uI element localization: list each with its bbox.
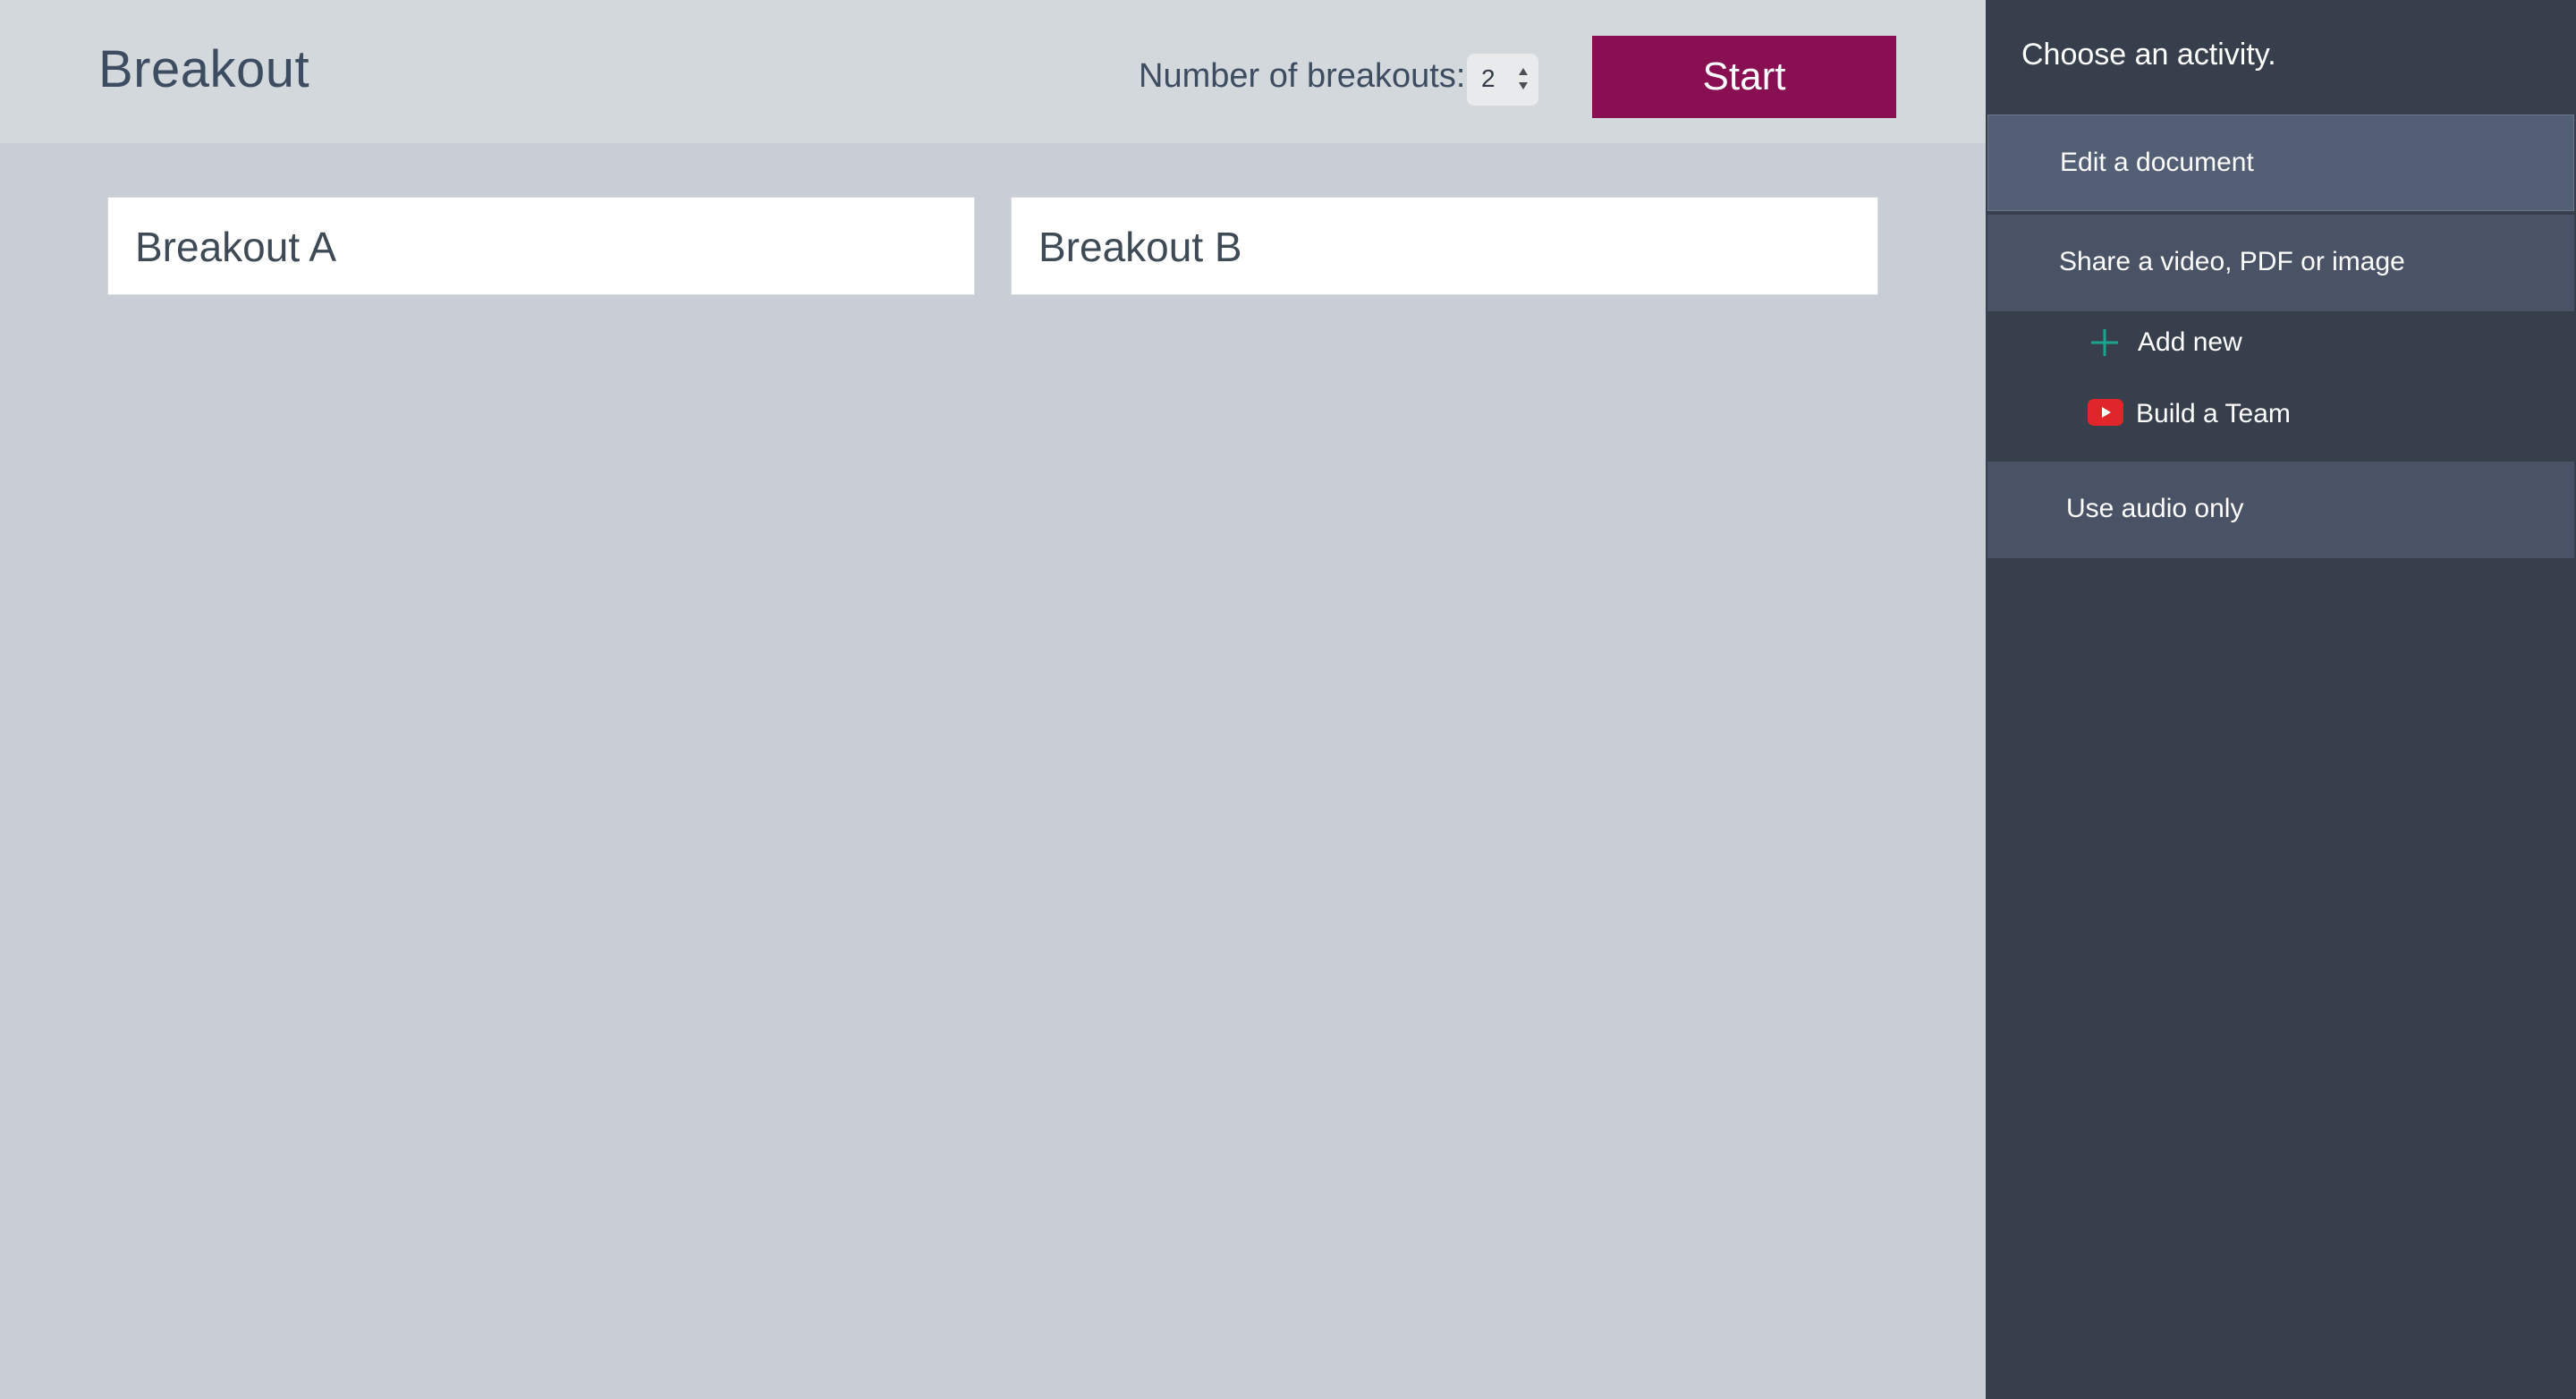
header-bar: Breakout Number of breakouts: 2 Start: [0, 0, 1986, 143]
media-item-label: Build a Team: [2136, 399, 2291, 428]
youtube-icon: [2088, 399, 2123, 426]
activity-sidebar: Choose an activity. Edit a document Shar…: [1986, 0, 2576, 1399]
media-item-label: Add new: [2138, 327, 2242, 357]
sidebar-heading: Choose an activity.: [2021, 38, 2276, 72]
breakout-count-label: Number of breakouts:: [1139, 57, 1466, 95]
plus-icon: [2091, 329, 2118, 356]
main-area: Breakout Number of breakouts: 2 Start Br…: [0, 0, 1986, 1399]
activity-share-media[interactable]: Share a video, PDF or image: [1987, 215, 2574, 311]
stepper-arrows-icon[interactable]: [1517, 64, 1530, 93]
breakout-room-name: Breakout B: [1038, 224, 1242, 270]
page-title: Breakout: [98, 40, 310, 98]
activity-label: Share a video, PDF or image: [2059, 247, 2405, 276]
activity-label: Edit a document: [2060, 148, 2254, 177]
breakout-room-card-b[interactable]: Breakout B: [1011, 197, 1878, 295]
breakout-room-name: Breakout A: [135, 224, 337, 270]
start-button[interactable]: Start: [1592, 36, 1896, 118]
activity-edit-document[interactable]: Edit a document: [1987, 114, 2574, 211]
breakout-app: Breakout Number of breakouts: 2 Start Br…: [0, 0, 2576, 1399]
breakout-room-card-a[interactable]: Breakout A: [107, 197, 975, 295]
activity-audio-only[interactable]: Use audio only: [1987, 462, 2574, 558]
breakout-count-value: 2: [1481, 64, 1496, 92]
breakout-count-stepper[interactable]: 2: [1467, 54, 1538, 106]
activity-label: Use audio only: [2066, 494, 2244, 523]
